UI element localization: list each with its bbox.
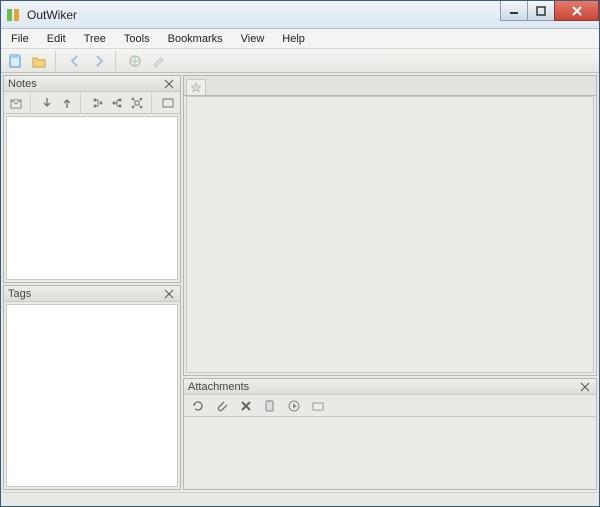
star-icon <box>190 82 202 94</box>
attachments-area[interactable] <box>184 417 596 489</box>
maximize-button[interactable] <box>527 1 555 21</box>
editor-tab-strip <box>184 76 596 96</box>
note-move-down-button[interactable] <box>39 93 55 113</box>
menu-help[interactable]: Help <box>274 31 313 47</box>
menu-tree[interactable]: Tree <box>76 31 114 47</box>
tags-area[interactable] <box>6 304 178 487</box>
toolbar-separator <box>80 93 83 113</box>
notes-panel-title: Notes <box>8 78 37 90</box>
editor-tab[interactable] <box>186 79 206 95</box>
new-file-button[interactable] <box>5 51 25 71</box>
main-toolbar <box>1 49 599 73</box>
toolbar-separator <box>115 51 119 71</box>
note-move-up-button[interactable] <box>59 93 75 113</box>
open-file-button[interactable] <box>29 51 49 71</box>
statusbar <box>1 492 599 506</box>
notes-panel-header: Notes <box>4 76 180 92</box>
editor-area[interactable] <box>186 96 594 373</box>
menu-edit[interactable]: Edit <box>39 31 74 47</box>
notes-toolbar <box>4 92 180 114</box>
note-tree3-button[interactable] <box>129 93 145 113</box>
notes-panel-close-button[interactable] <box>162 77 176 91</box>
note-tree1-button[interactable] <box>90 93 106 113</box>
minimize-button[interactable] <box>500 1 528 21</box>
workspace: Notes <box>1 73 599 492</box>
attach-delete-button[interactable] <box>236 396 256 416</box>
app-window: OutWiker File Edit Tree Tools Bookmarks … <box>0 0 600 507</box>
left-column: Notes <box>3 75 181 490</box>
attachments-panel-close-button[interactable] <box>578 380 592 394</box>
titlebar: OutWiker <box>1 1 599 29</box>
attachments-panel-title: Attachments <box>188 381 249 393</box>
attach-open-folder-button[interactable] <box>308 396 328 416</box>
note-properties-button[interactable] <box>160 93 176 113</box>
attach-add-button[interactable] <box>212 396 232 416</box>
right-column: Attachments <box>183 75 597 490</box>
app-icon <box>5 7 21 23</box>
tags-panel-title: Tags <box>8 288 31 300</box>
app-title: OutWiker <box>27 8 77 22</box>
attach-paste-button[interactable] <box>260 396 280 416</box>
note-tree2-button[interactable] <box>110 93 126 113</box>
toolbar-separator <box>55 51 59 71</box>
menu-tools[interactable]: Tools <box>116 31 158 47</box>
tags-panel-close-button[interactable] <box>162 287 176 301</box>
menubar: File Edit Tree Tools Bookmarks View Help <box>1 29 599 49</box>
tags-panel-header: Tags <box>4 286 180 302</box>
edit-button[interactable] <box>149 51 169 71</box>
forward-button[interactable] <box>89 51 109 71</box>
attach-run-button[interactable] <box>284 396 304 416</box>
toolbar-separator <box>30 93 33 113</box>
menu-view[interactable]: View <box>233 31 273 47</box>
tags-panel: Tags <box>3 285 181 490</box>
attachments-panel-header: Attachments <box>184 379 596 395</box>
attachments-toolbar <box>184 395 596 417</box>
editor-panel <box>183 75 597 376</box>
globe-button[interactable] <box>125 51 145 71</box>
menu-file[interactable]: File <box>3 31 37 47</box>
window-controls <box>501 1 599 21</box>
close-button[interactable] <box>554 1 599 21</box>
attach-refresh-button[interactable] <box>188 396 208 416</box>
menu-bookmarks[interactable]: Bookmarks <box>160 31 231 47</box>
attachments-panel: Attachments <box>183 378 597 490</box>
back-button[interactable] <box>65 51 85 71</box>
notes-panel: Notes <box>3 75 181 283</box>
note-add-button[interactable] <box>8 93 24 113</box>
toolbar-separator <box>151 93 154 113</box>
notes-tree-area[interactable] <box>6 116 178 280</box>
